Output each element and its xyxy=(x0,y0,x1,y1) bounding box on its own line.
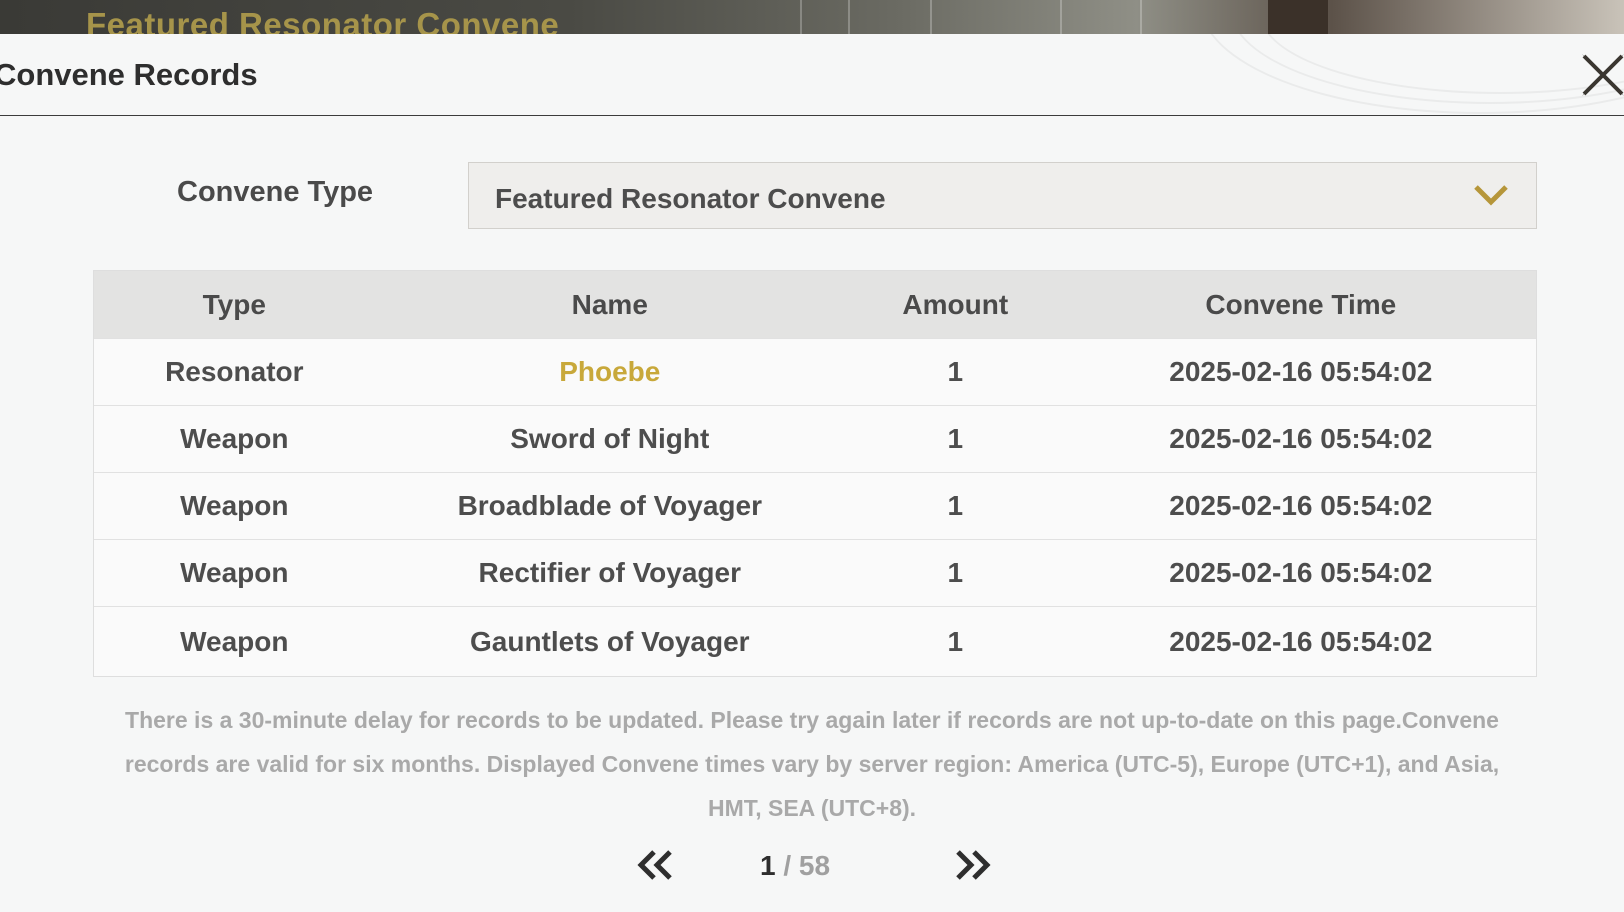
convene-records-panel: Convene Records Convene Type Featured Re… xyxy=(0,34,1624,912)
cell-convene-time: 2025-02-16 05:54:02 xyxy=(1169,490,1433,521)
cell-name: Phoebe xyxy=(559,356,661,387)
cell-amount: 1 xyxy=(947,356,964,387)
column-header-amount: Amount xyxy=(902,288,1009,320)
background-banner-title: Featured Resonator Convene xyxy=(86,6,560,34)
cell-name: Broadblade of Voyager xyxy=(457,490,762,521)
cell-convene-time: 2025-02-16 05:54:02 xyxy=(1169,557,1433,588)
chevron-down-icon xyxy=(1474,185,1508,206)
cell-amount: 1 xyxy=(947,490,964,521)
cell-amount: 1 xyxy=(947,423,964,454)
table-row: Weapon Broadblade of Voyager 1 2025-02-1… xyxy=(94,472,1536,539)
cell-name: Gauntlets of Voyager xyxy=(470,625,750,657)
cell-convene-time: 2025-02-16 05:54:02 xyxy=(1169,625,1433,657)
records-table: Type Name Amount Convene Time Resonator … xyxy=(93,270,1537,677)
total-pages: 58 xyxy=(798,850,831,881)
cell-type: Weapon xyxy=(180,557,289,588)
cell-convene-time: 2025-02-16 05:54:02 xyxy=(1169,423,1433,454)
page-indicator: 1 / 58 xyxy=(760,850,870,882)
page-separator: / xyxy=(775,850,799,881)
records-notice: There is a 30-minute delay for records t… xyxy=(124,707,1500,821)
double-chevron-left-icon xyxy=(637,850,672,880)
table-header: Type Name Amount Convene Time xyxy=(94,271,1536,338)
cell-type: Resonator xyxy=(165,356,304,387)
table-row: Resonator Phoebe 1 2025-02-16 05:54:02 xyxy=(94,338,1536,405)
cell-name: Sword of Night xyxy=(510,423,710,454)
table-row: Weapon Sword of Night 1 2025-02-16 05:54… xyxy=(94,405,1536,472)
convene-type-selected-value: Featured Resonator Convene xyxy=(495,183,886,214)
cell-amount: 1 xyxy=(947,625,964,657)
current-page: 1 xyxy=(760,850,776,881)
cell-name: Rectifier of Voyager xyxy=(478,557,741,588)
next-page-button[interactable] xyxy=(952,848,992,882)
cell-type: Weapon xyxy=(180,490,289,521)
page-title: Convene Records xyxy=(0,57,258,92)
panel-header: Convene Records xyxy=(0,34,1624,116)
table-row: Weapon Rectifier of Voyager 1 2025-02-16… xyxy=(94,539,1536,606)
close-button[interactable] xyxy=(1578,50,1624,100)
table-row: Weapon Gauntlets of Voyager 1 2025-02-16… xyxy=(94,606,1536,676)
double-chevron-right-icon xyxy=(956,850,991,880)
convene-type-select[interactable]: Featured Resonator Convene xyxy=(468,162,1537,229)
cell-type: Weapon xyxy=(180,423,289,454)
column-header-type: Type xyxy=(202,288,266,320)
column-header-convene-time: Convene Time xyxy=(1205,288,1397,320)
column-header-name: Name xyxy=(571,288,648,320)
previous-page-button[interactable] xyxy=(636,848,676,882)
close-x-icon xyxy=(1582,54,1624,96)
cell-type: Weapon xyxy=(180,625,289,657)
cell-amount: 1 xyxy=(947,557,964,588)
background-banner: Featured Resonator Convene xyxy=(0,0,1624,34)
cell-convene-time: 2025-02-16 05:54:02 xyxy=(1169,356,1433,387)
convene-type-label: Convene Type xyxy=(177,176,374,208)
